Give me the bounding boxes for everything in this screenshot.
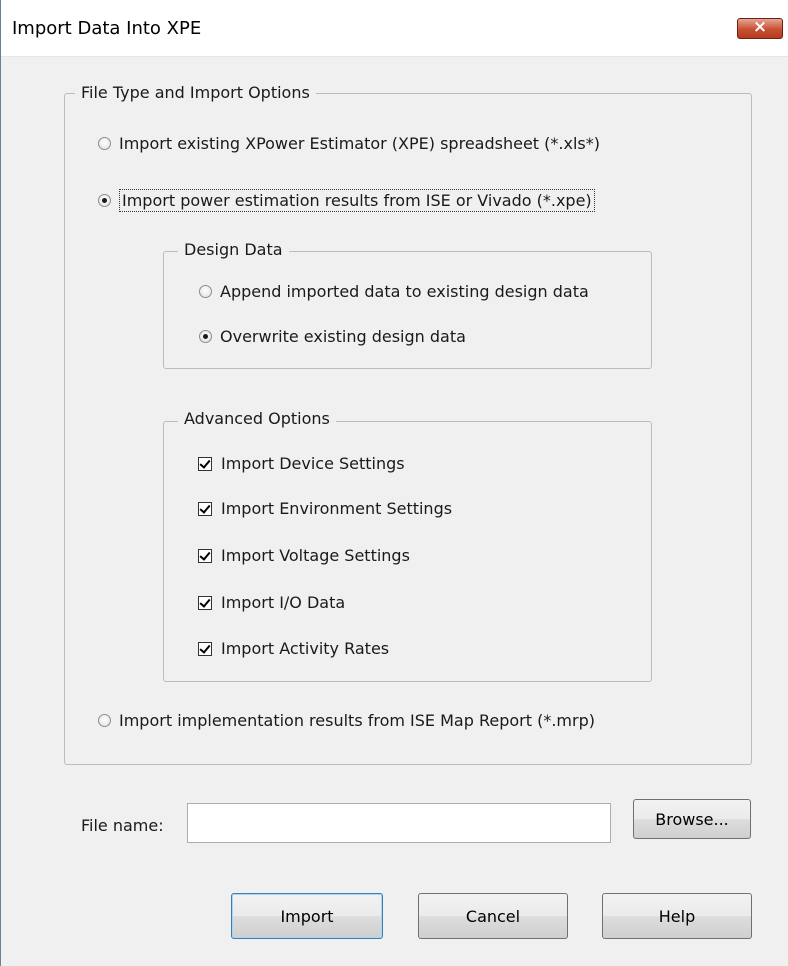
checkbox-checked-icon bbox=[198, 595, 212, 610]
import-button[interactable]: Import bbox=[231, 893, 383, 939]
design-data-group bbox=[163, 251, 652, 369]
checkbox-activity-rates[interactable]: Import Activity Rates bbox=[198, 639, 389, 658]
checkbox-environment-settings[interactable]: Import Environment Settings bbox=[198, 499, 452, 518]
radio-append-data-label: Append imported data to existing design … bbox=[220, 282, 589, 301]
radio-button-indicator bbox=[98, 137, 111, 150]
import-dialog: Import Data Into XPE × File Type and Imp… bbox=[0, 0, 788, 966]
radio-button-indicator-selected bbox=[199, 330, 212, 343]
cancel-button[interactable]: Cancel bbox=[418, 893, 568, 939]
title-bar: Import Data Into XPE × bbox=[1, 0, 788, 57]
radio-overwrite-data[interactable]: Overwrite existing design data bbox=[199, 327, 466, 346]
window-title: Import Data Into XPE bbox=[12, 18, 202, 39]
file-type-group-legend: File Type and Import Options bbox=[75, 83, 316, 102]
checkbox-checked-icon bbox=[198, 641, 212, 656]
radio-append-data[interactable]: Append imported data to existing design … bbox=[199, 282, 589, 301]
radio-button-indicator bbox=[98, 714, 111, 727]
checkbox-io-data-label: Import I/O Data bbox=[221, 593, 346, 612]
radio-import-xpe-label: Import power estimation results from ISE… bbox=[119, 189, 595, 212]
checkbox-voltage-settings[interactable]: Import Voltage Settings bbox=[198, 546, 410, 565]
radio-import-mrp-label: Import implementation results from ISE M… bbox=[119, 711, 595, 730]
checkbox-checked-icon bbox=[198, 548, 212, 563]
file-name-input[interactable] bbox=[187, 803, 611, 843]
checkbox-environment-settings-label: Import Environment Settings bbox=[221, 499, 453, 518]
checkbox-activity-rates-label: Import Activity Rates bbox=[221, 639, 390, 658]
checkbox-device-settings[interactable]: Import Device Settings bbox=[198, 454, 405, 473]
radio-import-mrp[interactable]: Import implementation results from ISE M… bbox=[98, 711, 595, 730]
radio-overwrite-data-label: Overwrite existing design data bbox=[220, 327, 466, 346]
file-name-label: File name: bbox=[81, 816, 164, 835]
checkbox-checked-icon bbox=[198, 501, 212, 516]
radio-import-xpe[interactable]: Import power estimation results from ISE… bbox=[98, 189, 595, 212]
design-data-group-legend: Design Data bbox=[178, 240, 289, 259]
close-icon: × bbox=[752, 17, 768, 37]
close-button[interactable]: × bbox=[737, 17, 783, 39]
radio-import-xls[interactable]: Import existing XPower Estimator (XPE) s… bbox=[98, 134, 600, 153]
help-button[interactable]: Help bbox=[602, 893, 752, 939]
checkbox-io-data[interactable]: Import I/O Data bbox=[198, 593, 345, 612]
advanced-options-group-legend: Advanced Options bbox=[178, 409, 336, 428]
checkbox-voltage-settings-label: Import Voltage Settings bbox=[221, 546, 410, 565]
checkbox-device-settings-label: Import Device Settings bbox=[221, 454, 405, 473]
radio-button-indicator-selected bbox=[98, 194, 111, 207]
checkbox-checked-icon bbox=[198, 456, 212, 471]
browse-button[interactable]: Browse... bbox=[633, 799, 751, 839]
radio-button-indicator bbox=[199, 285, 212, 298]
radio-import-xls-label: Import existing XPower Estimator (XPE) s… bbox=[119, 134, 600, 153]
